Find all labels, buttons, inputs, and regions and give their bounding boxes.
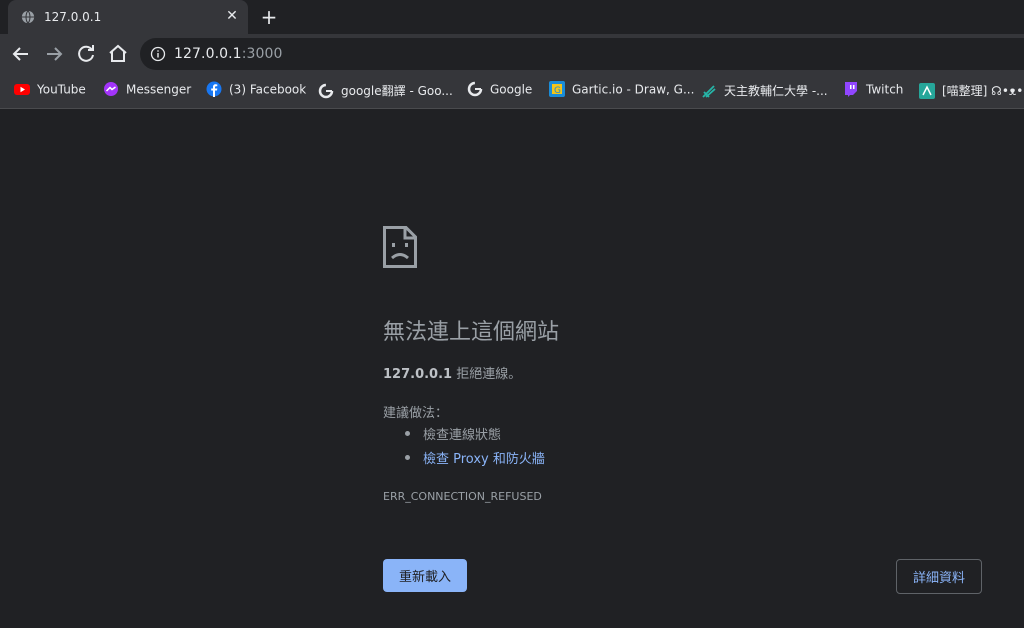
bookmark-label: Twitch	[866, 82, 904, 97]
google-icon	[467, 81, 483, 97]
url-text: 127.0.0.1:3000	[174, 46, 283, 62]
back-arrow-icon[interactable]	[9, 42, 33, 66]
bookmark-label: YouTube	[37, 82, 86, 97]
info-icon[interactable]	[150, 46, 166, 62]
suggestion-check-proxy-link[interactable]: 檢查 Proxy 和防火牆	[383, 448, 545, 472]
bookmark-facebook[interactable]: (3) Facebook	[206, 81, 307, 100]
globe-icon	[21, 10, 35, 24]
bookmark-label: (3) Facebook	[229, 82, 307, 97]
bookmark-google[interactable]: Google	[467, 81, 533, 100]
url-host: 127.0.0.1	[174, 46, 242, 62]
bookmark-gartic[interactable]: G Gartic.io - Draw, G...	[549, 81, 695, 100]
forward-arrow-icon[interactable]	[42, 42, 66, 66]
bookmark-google-translate[interactable]: google翻譯 - Goo...	[318, 82, 453, 100]
bookmarks-bar: YouTube Messenger (3) Facebook google翻譯 …	[0, 74, 1024, 109]
bookmark-label: google翻譯 - Goo...	[341, 84, 453, 98]
details-button[interactable]: 詳細資料	[896, 559, 982, 594]
tab-active[interactable]: 127.0.0.1 ✕	[8, 0, 248, 34]
error-code: ERR_CONNECTION_REFUSED	[383, 490, 542, 503]
close-tab-icon[interactable]: ✕	[224, 8, 240, 24]
reload-button[interactable]: 重新載入	[383, 559, 467, 592]
new-tab-icon[interactable]: +	[258, 6, 280, 28]
bookmark-label: [喵整理] ☊•ᴥ•ᴗ• 日	[942, 84, 1024, 98]
bookmark-messenger[interactable]: Messenger	[103, 82, 191, 100]
fju-icon	[702, 84, 716, 98]
suggestions-heading: 建議做法：	[383, 406, 449, 421]
reload-icon[interactable]	[74, 42, 98, 66]
address-bar[interactable]: 127.0.0.1:3000	[140, 38, 1024, 70]
sad-page-icon	[383, 226, 417, 268]
facebook-icon	[206, 81, 222, 97]
error-summary: 127.0.0.1 拒絕連線。	[383, 363, 521, 382]
youtube-icon	[14, 84, 30, 95]
home-icon[interactable]	[106, 42, 130, 66]
bookmark-meow[interactable]: [喵整理] ☊•ᴥ•ᴗ• 日	[919, 82, 1024, 100]
bookmark-label: Messenger	[126, 82, 192, 97]
error-host: 127.0.0.1	[383, 367, 453, 382]
error-title: 無法連上這個網站	[383, 320, 560, 345]
svg-text:G: G	[554, 86, 561, 96]
url-port: :3000	[241, 46, 283, 62]
suggestion-check-connection: 檢查連線狀態	[383, 424, 545, 448]
google-icon	[318, 83, 334, 98]
bookmark-label: Gartic.io - Draw, G...	[572, 82, 695, 97]
bookmark-fju[interactable]: 天主教輔仁大學 -...	[701, 82, 828, 100]
tab-title: 127.0.0.1	[44, 10, 102, 24]
bookmark-label: 天主教輔仁大學 -...	[724, 84, 828, 98]
gartic-icon: G	[549, 81, 565, 97]
bookmark-twitch[interactable]: Twitch	[843, 82, 903, 100]
error-summary-text: 拒絕連線。	[452, 367, 522, 382]
bookmark-youtube[interactable]: YouTube	[14, 82, 86, 100]
bookmark-label: Google	[490, 82, 533, 97]
twitch-icon	[845, 82, 857, 97]
suggestions-list: 檢查連線狀態 檢查 Proxy 和防火牆	[383, 424, 545, 472]
tab-strip: 127.0.0.1 ✕ +	[0, 0, 1024, 34]
bookmark-icon	[919, 82, 935, 99]
messenger-icon	[104, 82, 118, 96]
